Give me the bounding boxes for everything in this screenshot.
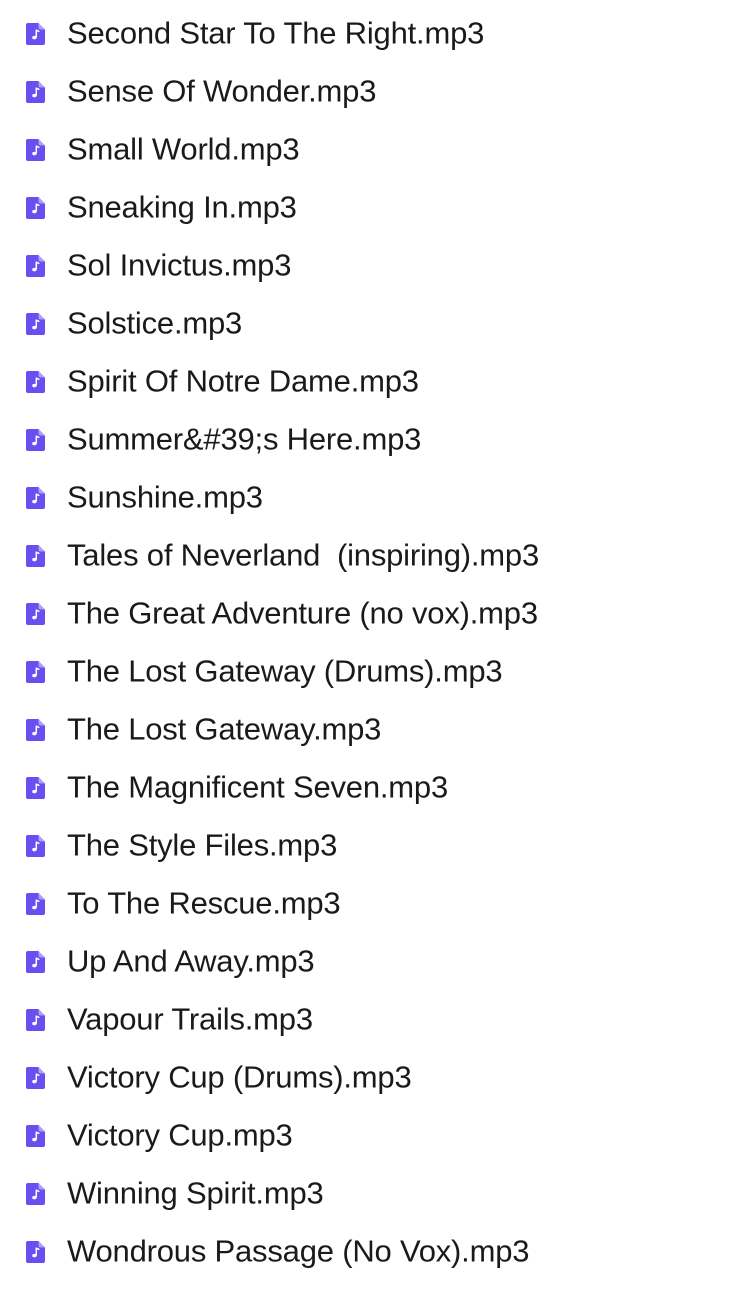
file-name: The Lost Gateway.mp3 [67,711,382,747]
audio-file-icon [26,1241,45,1263]
audio-file-icon [26,371,45,393]
audio-file-icon [26,777,45,799]
audio-file-icon [26,951,45,973]
audio-file-icon [26,1125,45,1147]
audio-file-icon [26,603,45,625]
file-list-item[interactable]: Sol Invictus.mp3 [0,237,750,295]
file-list: Second Star To The Right.mp3 Sense Of Wo… [0,0,750,1281]
file-name: Sneaking In.mp3 [67,189,297,225]
file-name: Tales of Neverland (inspiring).mp3 [67,537,539,573]
file-list-item[interactable]: Sense Of Wonder.mp3 [0,63,750,121]
file-list-item[interactable]: Small World.mp3 [0,121,750,179]
file-name: The Magnificent Seven.mp3 [67,769,448,805]
file-name: The Style Files.mp3 [67,827,338,863]
file-name: Victory Cup.mp3 [67,1117,293,1153]
audio-file-icon [26,81,45,103]
file-list-item[interactable]: Sunshine.mp3 [0,469,750,527]
file-name: The Lost Gateway (Drums).mp3 [67,653,503,689]
audio-file-icon [26,545,45,567]
file-name: To The Rescue.mp3 [67,885,341,921]
file-list-item[interactable]: Solstice.mp3 [0,295,750,353]
file-list-item[interactable]: To The Rescue.mp3 [0,875,750,933]
file-list-item[interactable]: Tales of Neverland (inspiring).mp3 [0,527,750,585]
file-list-item[interactable]: The Magnificent Seven.mp3 [0,759,750,817]
file-list-item[interactable]: The Style Files.mp3 [0,817,750,875]
file-list-item[interactable]: Victory Cup (Drums).mp3 [0,1049,750,1107]
file-list-item[interactable]: The Lost Gateway (Drums).mp3 [0,643,750,701]
audio-file-icon [26,719,45,741]
audio-file-icon [26,487,45,509]
audio-file-icon [26,197,45,219]
file-name: Second Star To The Right.mp3 [67,15,485,51]
file-list-item[interactable]: Wondrous Passage (No Vox).mp3 [0,1223,750,1281]
audio-file-icon [26,23,45,45]
file-name: Sol Invictus.mp3 [67,247,292,283]
file-name: Vapour Trails.mp3 [67,1001,313,1037]
audio-file-icon [26,835,45,857]
audio-file-icon [26,1183,45,1205]
file-name: Summer&#39;s Here.mp3 [67,421,422,457]
file-list-item[interactable]: Victory Cup.mp3 [0,1107,750,1165]
file-name: Spirit Of Notre Dame.mp3 [67,363,419,399]
file-name: Up And Away.mp3 [67,943,315,979]
audio-file-icon [26,429,45,451]
audio-file-icon [26,661,45,683]
file-name: Victory Cup (Drums).mp3 [67,1059,412,1095]
audio-file-icon [26,1009,45,1031]
audio-file-icon [26,1067,45,1089]
file-name: The Great Adventure (no vox).mp3 [67,595,538,631]
file-list-item[interactable]: The Lost Gateway.mp3 [0,701,750,759]
file-name: Wondrous Passage (No Vox).mp3 [67,1233,530,1269]
file-name: Solstice.mp3 [67,305,243,341]
file-list-item[interactable]: Winning Spirit.mp3 [0,1165,750,1223]
file-list-item[interactable]: Up And Away.mp3 [0,933,750,991]
file-list-item[interactable]: Spirit Of Notre Dame.mp3 [0,353,750,411]
file-name: Sunshine.mp3 [67,479,263,515]
file-list-item[interactable]: Sneaking In.mp3 [0,179,750,237]
file-list-item[interactable]: Summer&#39;s Here.mp3 [0,411,750,469]
file-list-item[interactable]: The Great Adventure (no vox).mp3 [0,585,750,643]
file-name: Winning Spirit.mp3 [67,1175,324,1211]
audio-file-icon [26,893,45,915]
audio-file-icon [26,255,45,277]
file-list-item[interactable]: Second Star To The Right.mp3 [0,5,750,63]
audio-file-icon [26,313,45,335]
file-name: Small World.mp3 [67,131,300,167]
file-name: Sense Of Wonder.mp3 [67,73,377,109]
audio-file-icon [26,139,45,161]
file-list-item[interactable]: Vapour Trails.mp3 [0,991,750,1049]
